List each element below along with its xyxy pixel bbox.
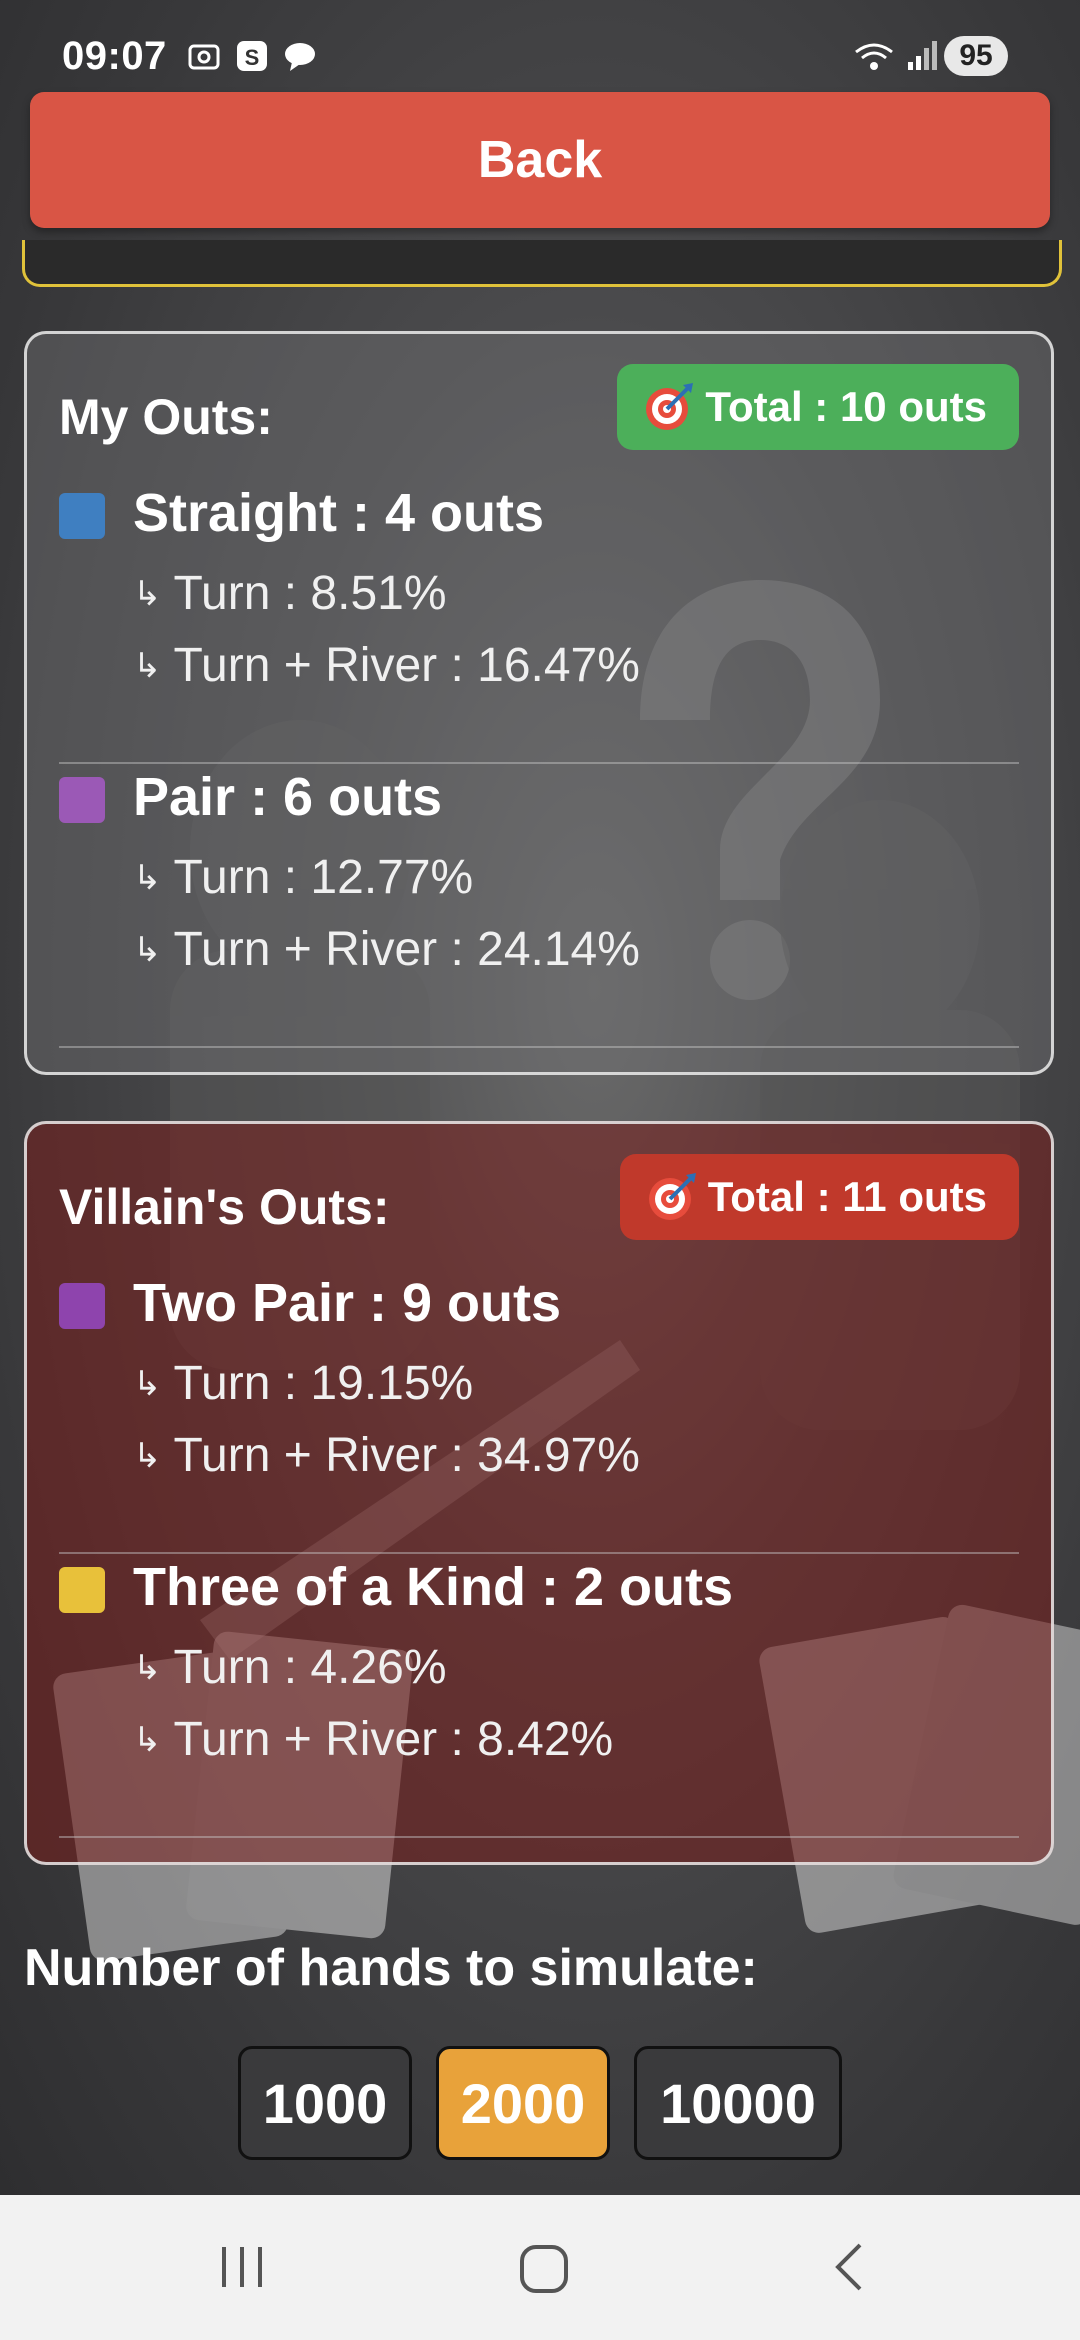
out-name: Straight : 4 outs [133, 483, 545, 543]
turn-river-probability: ↳ Turn + River : 8.42% [133, 1713, 614, 1766]
screenshot-icon [188, 44, 220, 70]
villain-outs-total-label: Total : 11 outs [707, 1173, 987, 1220]
villain-outs-title: Villain's Outs: [59, 1179, 390, 1235]
my-outs-title: My Outs: [59, 389, 273, 445]
villain-outs-total-badge: Total : 11 outs [619, 1154, 1019, 1240]
arrow-icon: ↳ [133, 575, 162, 613]
target-icon [646, 383, 694, 430]
out-color-swatch [59, 1283, 105, 1329]
hands-option-10000[interactable]: 10000 [634, 2046, 842, 2160]
home-icon[interactable] [514, 2239, 574, 2299]
arrow-icon: ↳ [133, 1721, 162, 1759]
out-item: Straight : 4 outs ↳ Turn : 8.51% ↳ Turn + … [59, 478, 1019, 764]
arrow-icon: ↳ [133, 647, 162, 685]
turn-river-probability: ↳ Turn + River : 24.14% [133, 923, 640, 976]
back-nav-icon[interactable] [822, 2239, 878, 2295]
my-outs-card: My Outs: Total : 10 outs Straight : 4 ou… [24, 331, 1054, 1075]
background-artwork [0, 0, 1080, 2195]
arrow-icon: ↳ [133, 1437, 162, 1475]
arrow-icon: ↳ [133, 1365, 162, 1403]
svg-text:S: S [245, 45, 260, 70]
signal-icon [908, 41, 937, 70]
arrow-icon: ↳ [133, 859, 162, 897]
turn-probability: ↳ Turn : 12.77% [133, 851, 474, 904]
s-app-icon: S [237, 41, 267, 71]
turn-probability: ↳ Turn : 4.26% [133, 1641, 447, 1694]
out-color-swatch [59, 493, 105, 539]
recent-apps-icon[interactable] [214, 2239, 270, 2295]
my-outs-total-badge: Total : 10 outs [617, 364, 1019, 450]
battery-indicator: 95 [944, 36, 1008, 76]
out-color-swatch [59, 777, 105, 823]
out-item: Three of a Kind : 2 outs ↳ Turn : 4.26% ↳… [59, 1552, 1019, 1838]
arrow-icon: ↳ [133, 931, 162, 969]
turn-probability: ↳ Turn : 19.15% [133, 1357, 474, 1410]
wifi-icon [855, 43, 893, 70]
simulation-label: Number of hands to simulate: [24, 1939, 758, 1997]
arrow-icon: ↳ [133, 1649, 162, 1687]
out-name: Three of a Kind : 2 outs [133, 1557, 734, 1617]
hands-option-2000[interactable]: 2000 [436, 2046, 610, 2160]
status-bar: 09:07 S 95 [0, 0, 1080, 90]
villain-outs-card: Villain's Outs: Total : 11 outs Two Pair… [24, 1121, 1054, 1865]
out-name: Pair : 6 outs [133, 767, 443, 827]
turn-river-probability: ↳ Turn + River : 34.97% [133, 1429, 640, 1482]
navigation-bar [0, 2195, 1080, 2340]
out-name: Two Pair : 9 outs [133, 1273, 562, 1333]
chat-icon [285, 43, 315, 71]
turn-river-probability: ↳ Turn + River : 16.47% [133, 639, 640, 692]
back-button[interactable]: Back [30, 92, 1050, 228]
clock: 09:07 [62, 34, 167, 78]
hands-option-1000[interactable]: 1000 [238, 2046, 412, 2160]
my-outs-total-label: Total : 10 outs [705, 383, 987, 430]
turn-probability: ↳ Turn : 8.51% [133, 567, 447, 620]
previous-panel-edge [22, 240, 1062, 287]
out-item: Two Pair : 9 outs ↳ Turn : 19.15% ↳ Turn +… [59, 1268, 1019, 1554]
out-item: Pair : 6 outs ↳ Turn : 12.77% ↳ Turn + Riv… [59, 762, 1019, 1048]
out-color-swatch [59, 1567, 105, 1613]
target-icon [648, 1173, 696, 1220]
